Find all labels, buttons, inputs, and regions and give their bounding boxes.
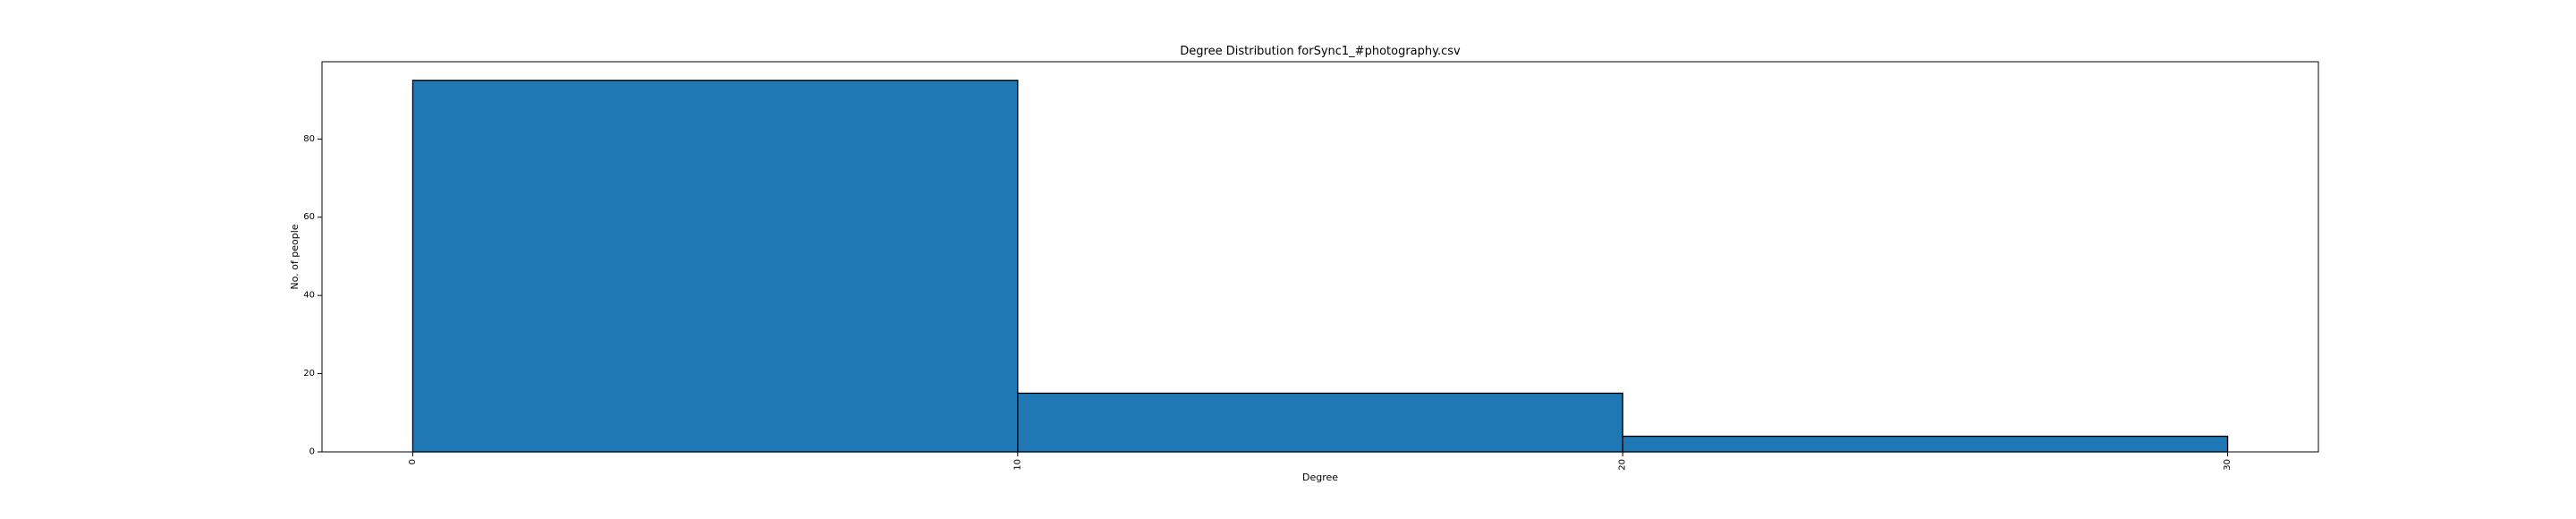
y-axis-label: No. of people — [289, 224, 301, 289]
x-tick-label: 30 — [2223, 459, 2233, 471]
histogram-bar-1 — [1017, 392, 1623, 453]
chart-figure: 0 10 20 30 0 20 40 60 80 Degree Distribution fo… — [0, 0, 2576, 515]
y-tick-label: 60 — [303, 212, 315, 222]
y-tick-label: 20 — [303, 369, 315, 379]
y-tick-label: 0 — [309, 447, 315, 457]
y-tick-label: 40 — [303, 291, 315, 301]
x-tick-label: 0 — [408, 459, 418, 464]
chart-title: Degree Distribution forSync1_#photograph… — [1180, 45, 1461, 58]
histogram-bar-2 — [1622, 435, 2229, 453]
x-tick-label: 10 — [1013, 459, 1022, 471]
y-tick-label: 80 — [303, 134, 315, 144]
histogram-chart: 0 10 20 30 0 20 40 60 80 Degree Distribution fo… — [0, 0, 2576, 515]
x-tick-label: 20 — [1618, 459, 1628, 471]
histogram-bar-0 — [411, 80, 1019, 453]
x-axis-label: Degree — [1302, 472, 1338, 483]
